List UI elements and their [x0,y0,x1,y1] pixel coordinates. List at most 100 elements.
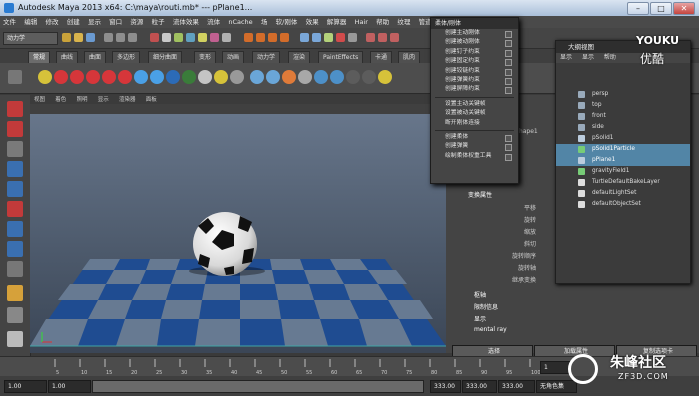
option-box-icon[interactable] [505,59,512,67]
set-active-key[interactable]: 设置主动关键帧 [431,100,518,109]
shelf-red-tool-2-icon[interactable] [70,70,84,84]
shelf-red-tool-3-icon[interactable] [86,70,100,84]
select-deformations-icon[interactable] [198,33,207,42]
outliner-item-turtle-bake-layer[interactable]: TurtleDefaultBakeLayer [556,177,690,188]
shelf-yellow-tool-icon[interactable] [214,70,228,84]
display-section[interactable]: 显示 [474,314,486,323]
option-box-icon[interactable] [505,144,512,152]
menu-fluid-effects[interactable]: 流体效果 [170,16,202,28]
range-slider[interactable] [92,380,424,393]
create-active-rigid-body[interactable]: 创建主动刚体 [431,29,518,38]
outliner-item-persp[interactable]: persp [556,89,690,100]
animation-start-field[interactable]: 1.00 [4,380,47,393]
layout-single-icon[interactable] [7,285,23,301]
toggle-channel-box-icon[interactable] [390,33,399,42]
character-set-field[interactable]: 无角色集 [536,380,577,393]
select-rendering-icon[interactable] [222,33,231,42]
outliner-menu-show[interactable]: 显示 [578,54,598,61]
layout-persp-outliner-icon[interactable] [7,331,23,347]
option-box-icon[interactable] [505,49,512,57]
select-component-icon[interactable] [128,33,137,42]
shelf-blue-tool-2-icon[interactable] [150,70,164,84]
menu-hair[interactable]: Hair [352,16,371,28]
shelf-field-icon[interactable] [266,70,280,84]
close-button[interactable]: ✕ [673,2,695,15]
transform-attributes-header[interactable]: 变换属性 [468,190,492,199]
outliner-item-psolid1particle[interactable]: pSolid1Particle [556,144,690,155]
soccer-ball[interactable] [193,212,257,276]
shelf-emitter-icon[interactable] [282,70,296,84]
layout-four-icon[interactable] [7,307,23,323]
menu-fluid[interactable]: 流体 [204,16,223,28]
create-barrier-constraint[interactable]: 创建屏障约束 [431,85,518,95]
menu-display[interactable]: 显示 [85,16,104,28]
snap-grid-icon[interactable] [244,33,253,42]
option-box-icon[interactable] [505,134,512,142]
outliner-menu-help[interactable]: 帮助 [600,54,620,61]
menu-set-select[interactable]: 动力学 [3,32,58,45]
break-rigid-body-connections[interactable]: 断开刚体连接 [431,119,518,128]
select-surfaces-icon[interactable] [186,33,195,42]
menu-edit[interactable]: 编辑 [21,16,40,28]
option-box-icon[interactable] [505,77,512,85]
shelf-sphere-icon[interactable] [166,70,180,84]
shelf-question-icon[interactable] [38,70,52,84]
select-handles-icon[interactable] [150,33,159,42]
shelf-grey-tool-icon[interactable] [230,70,244,84]
menu-solvers[interactable]: 解算器 [324,16,350,28]
shelf-red-tool-icon[interactable] [54,70,68,84]
outliner-item-default-light-set[interactable]: defaultLightSet [556,188,690,199]
save-scene-icon[interactable] [86,33,95,42]
render-view-icon[interactable] [312,33,321,42]
outliner-item-gravityfield1[interactable]: gravityField1 [556,166,690,177]
move-tool-icon[interactable] [7,161,23,177]
shelf-script-2-icon[interactable] [362,70,376,84]
outliner-item-top[interactable]: top [556,100,690,111]
create-soft-body[interactable]: 创建柔体 [431,133,518,142]
select-object-icon[interactable] [116,33,125,42]
outliner-item-default-object-set[interactable]: defaultObjectSet [556,199,690,210]
outliner-item-side[interactable]: side [556,122,690,133]
animation-end-field[interactable]: 333.00 [498,380,535,393]
create-pin-constraint[interactable]: 创建固定约束 [431,57,518,67]
snap-view-plane-icon[interactable] [280,33,289,42]
outliner-item-front[interactable]: front [556,111,690,122]
menu-ncache[interactable]: nCache [225,16,255,28]
option-box-icon[interactable] [505,31,512,38]
scale-tool-icon[interactable] [7,201,23,217]
menu-assets[interactable]: 资源 [127,16,146,28]
shelf-menu-icon[interactable] [8,70,22,84]
shelf-red-tool-4-icon[interactable] [102,70,116,84]
paint-soft-body-weights-tool[interactable]: 绘制柔体权重工具 [431,152,518,161]
outliner-item-pplane1[interactable]: pPlane1 [556,155,690,166]
toggle-attr-editor-icon[interactable] [366,33,375,42]
soft-mod-tool-icon[interactable] [7,241,23,257]
current-frame-field[interactable]: 1 [540,361,571,374]
create-hinge-constraint[interactable]: 创建铰链约束 [431,67,518,76]
shelf-blue-tool-icon[interactable] [134,70,148,84]
last-tool-icon[interactable] [7,261,23,277]
render-current-frame-icon[interactable] [324,33,333,42]
shelf-red-tool-5-icon[interactable] [118,70,132,84]
select-curves-icon[interactable] [174,33,183,42]
shelf-render-icon[interactable] [298,70,312,84]
new-scene-icon[interactable] [62,33,71,42]
select-tool-icon[interactable] [7,101,23,117]
history-icon[interactable] [300,33,309,42]
create-spring-constraint[interactable]: 创建弹簧约束 [431,76,518,85]
shelf-particle-icon[interactable] [250,70,264,84]
ipr-render-icon[interactable] [336,33,345,42]
shelf-script-icon[interactable] [346,70,360,84]
menu-texture[interactable]: 纹理 [394,16,413,28]
shelf-light-icon[interactable] [330,70,344,84]
limit-info-section[interactable]: 限制信息 [474,302,498,311]
menu-help[interactable]: 帮助 [373,16,392,28]
create-nail-constraint[interactable]: 创建钉子约束 [431,48,518,57]
option-box-icon[interactable] [505,68,512,76]
snap-point-icon[interactable] [268,33,277,42]
menu-soft-rigid[interactable]: 软/刚体 [273,16,301,28]
outliner-item-psolid1[interactable]: pSolid1 [556,133,690,144]
set-passive-key[interactable]: 设置被动关键帧 [431,109,518,118]
create-springs[interactable]: 创建弹簧 [431,142,518,152]
shelf-green-tool-icon[interactable] [182,70,196,84]
